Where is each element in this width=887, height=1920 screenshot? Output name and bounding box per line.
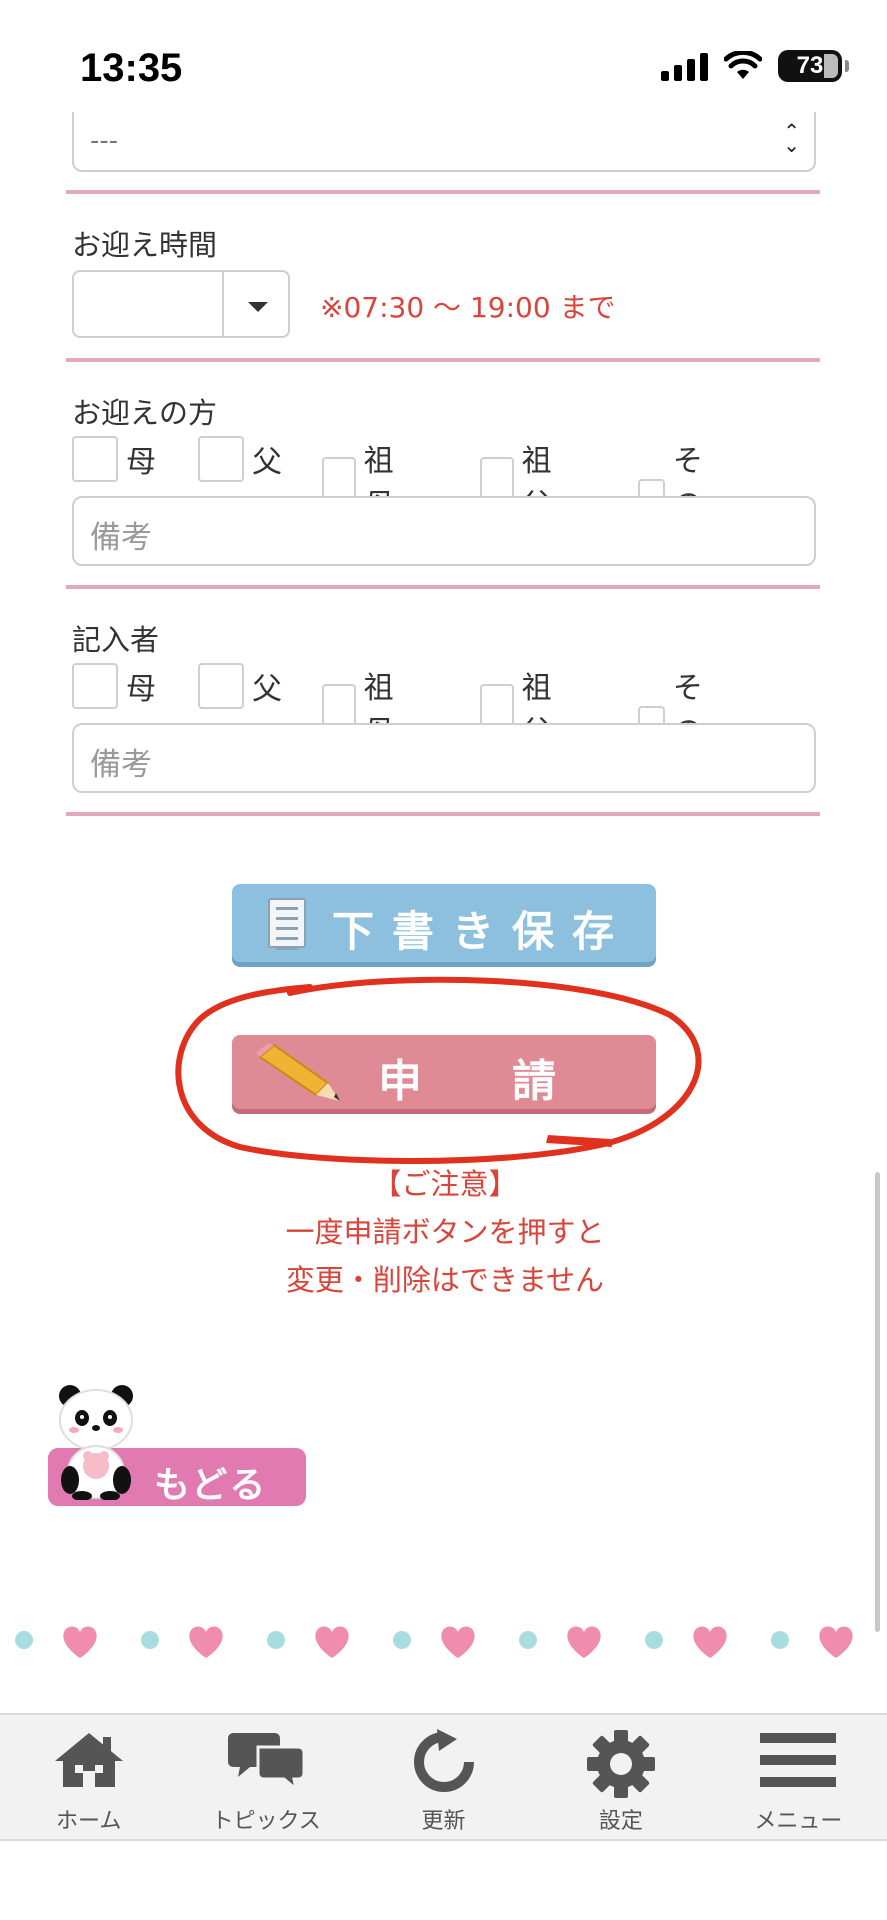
pickup-person-father-checkbox[interactable]: 父 xyxy=(198,436,282,482)
section-divider xyxy=(66,190,820,194)
pickup-time-label: お迎え時間 xyxy=(72,228,218,262)
status-bar: 13:35 73 xyxy=(0,0,887,120)
panda-mascot-icon xyxy=(59,1385,133,1500)
tab-topics[interactable]: トピックス xyxy=(177,1715,354,1839)
pickup-person-mother-checkbox[interactable]: 母 xyxy=(72,436,156,482)
select-updown-icon: ⌃ ⌄ xyxy=(783,119,800,157)
tab-refresh[interactable]: 更新 xyxy=(355,1715,532,1839)
back-label: もどる xyxy=(154,1465,268,1506)
pickup-time-note: ※07:30 ～ 19:00 まで xyxy=(320,291,616,324)
writer-father-checkbox[interactable]: 父 xyxy=(198,663,282,709)
hamburger-menu-icon xyxy=(760,1733,837,1787)
pickup-person-label: お迎えの方 xyxy=(72,396,218,430)
writer-mother-checkbox[interactable]: 母 xyxy=(72,663,156,709)
refresh-icon xyxy=(413,1729,474,1792)
save-draft-label: 下書き保存 xyxy=(332,907,633,956)
section-divider xyxy=(66,358,820,362)
wifi-icon xyxy=(724,51,762,79)
status-time: 13:35 xyxy=(80,46,183,90)
notice-title: 【ご注意】 xyxy=(372,1167,518,1201)
dropdown-caret-icon xyxy=(248,302,268,312)
notice-line-2: 変更・削除はできません xyxy=(285,1263,605,1297)
tab-home[interactable]: ホーム xyxy=(0,1715,177,1839)
section-divider xyxy=(66,812,820,816)
save-draft-button[interactable]: 下書き保存 xyxy=(232,884,656,962)
notice: 【ご注意】 一度申請ボタンを押すと 変更・削除はできません xyxy=(200,1160,690,1304)
apply-label: 申請 xyxy=(378,1056,646,1107)
battery-level: 73 xyxy=(796,52,824,79)
scrollbar[interactable] xyxy=(875,1172,880,1632)
pencil-icon xyxy=(256,1043,340,1101)
cellular-signal-icon xyxy=(661,51,708,81)
tab-settings[interactable]: 設定 xyxy=(532,1715,709,1839)
decorative-hearts xyxy=(15,1626,853,1658)
writer-label: 記入者 xyxy=(72,623,160,657)
battery-icon: 73 xyxy=(778,50,849,82)
status-icons: 73 xyxy=(661,50,849,82)
apply-button[interactable]: 申請 xyxy=(232,1035,656,1109)
tab-menu[interactable]: メニュー xyxy=(710,1715,887,1839)
home-icon xyxy=(54,1733,123,1787)
document-icon xyxy=(268,898,306,950)
notice-line-1: 一度申請ボタンを押すと xyxy=(285,1215,605,1249)
bottom-tab-bar: ホーム トピックス 更新 設定 メニュー xyxy=(0,1713,887,1841)
chat-bubbles-icon xyxy=(228,1733,305,1791)
top-select[interactable]: --- ⌃ ⌄ xyxy=(72,112,816,172)
select-value: --- xyxy=(90,126,119,156)
gear-icon xyxy=(586,1730,655,1798)
pickup-time-select[interactable] xyxy=(72,270,290,338)
section-divider xyxy=(66,585,820,589)
writer-memo-input[interactable]: 備考 xyxy=(72,723,816,793)
pickup-person-memo-input[interactable]: 備考 xyxy=(72,496,816,566)
